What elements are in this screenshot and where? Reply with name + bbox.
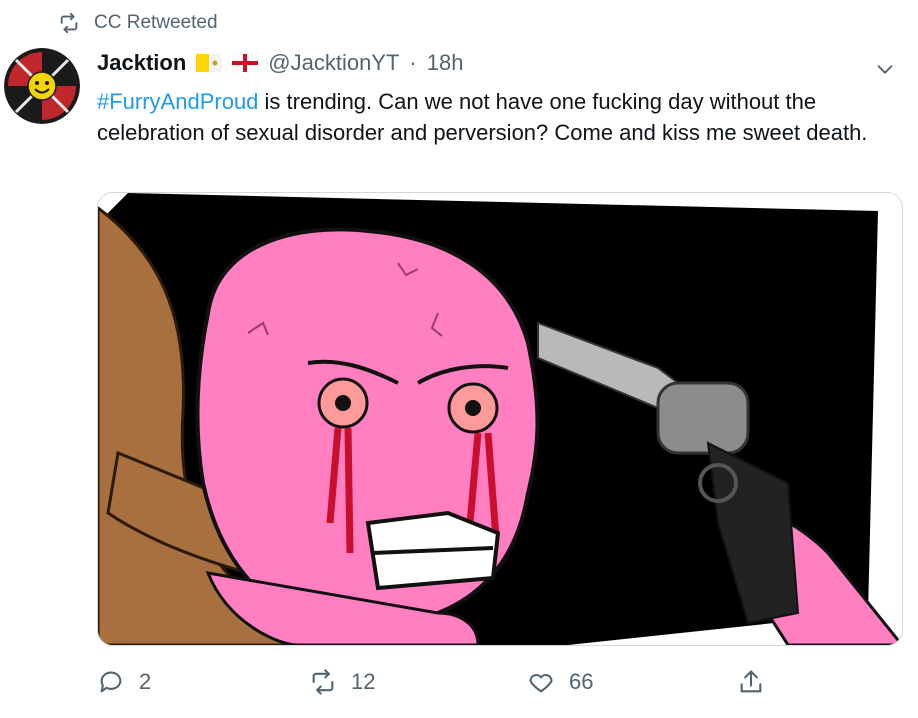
share-action[interactable]	[737, 668, 765, 696]
share-icon	[740, 670, 762, 693]
tweet-actions: 2 12 66	[97, 668, 797, 702]
reply-action[interactable]: 2	[97, 668, 151, 696]
chevron-down-icon[interactable]	[874, 58, 896, 80]
retweet-label: CC Retweeted	[94, 12, 218, 33]
vatican-flag-icon	[196, 54, 223, 72]
retweet-action[interactable]: 12	[309, 668, 375, 696]
avatar[interactable]	[4, 48, 80, 124]
like-action[interactable]: 66	[527, 668, 593, 696]
tweet-text: #FurryAndProud is trending. Can we not h…	[97, 86, 897, 148]
retweet-context: CC Retweeted	[58, 12, 218, 34]
hashtag-link[interactable]: #FurryAndProud	[97, 89, 258, 114]
retweet-count: 12	[351, 669, 376, 694]
retweet-icon	[312, 669, 334, 695]
england-flag-icon	[232, 54, 259, 72]
like-count: 66	[569, 669, 594, 694]
author-name[interactable]: Jacktion	[97, 50, 186, 76]
heart-icon	[529, 673, 553, 693]
retweet-icon	[60, 12, 78, 34]
tweet-header: Jacktion @JacktionYT · 18h	[97, 50, 463, 76]
author-handle[interactable]: @JacktionYT	[268, 50, 399, 76]
reply-icon	[100, 671, 122, 693]
tweet-media[interactable]	[97, 192, 903, 646]
separator-dot: ·	[409, 50, 417, 75]
reply-count: 2	[139, 669, 152, 694]
timestamp[interactable]: 18h	[427, 50, 464, 76]
